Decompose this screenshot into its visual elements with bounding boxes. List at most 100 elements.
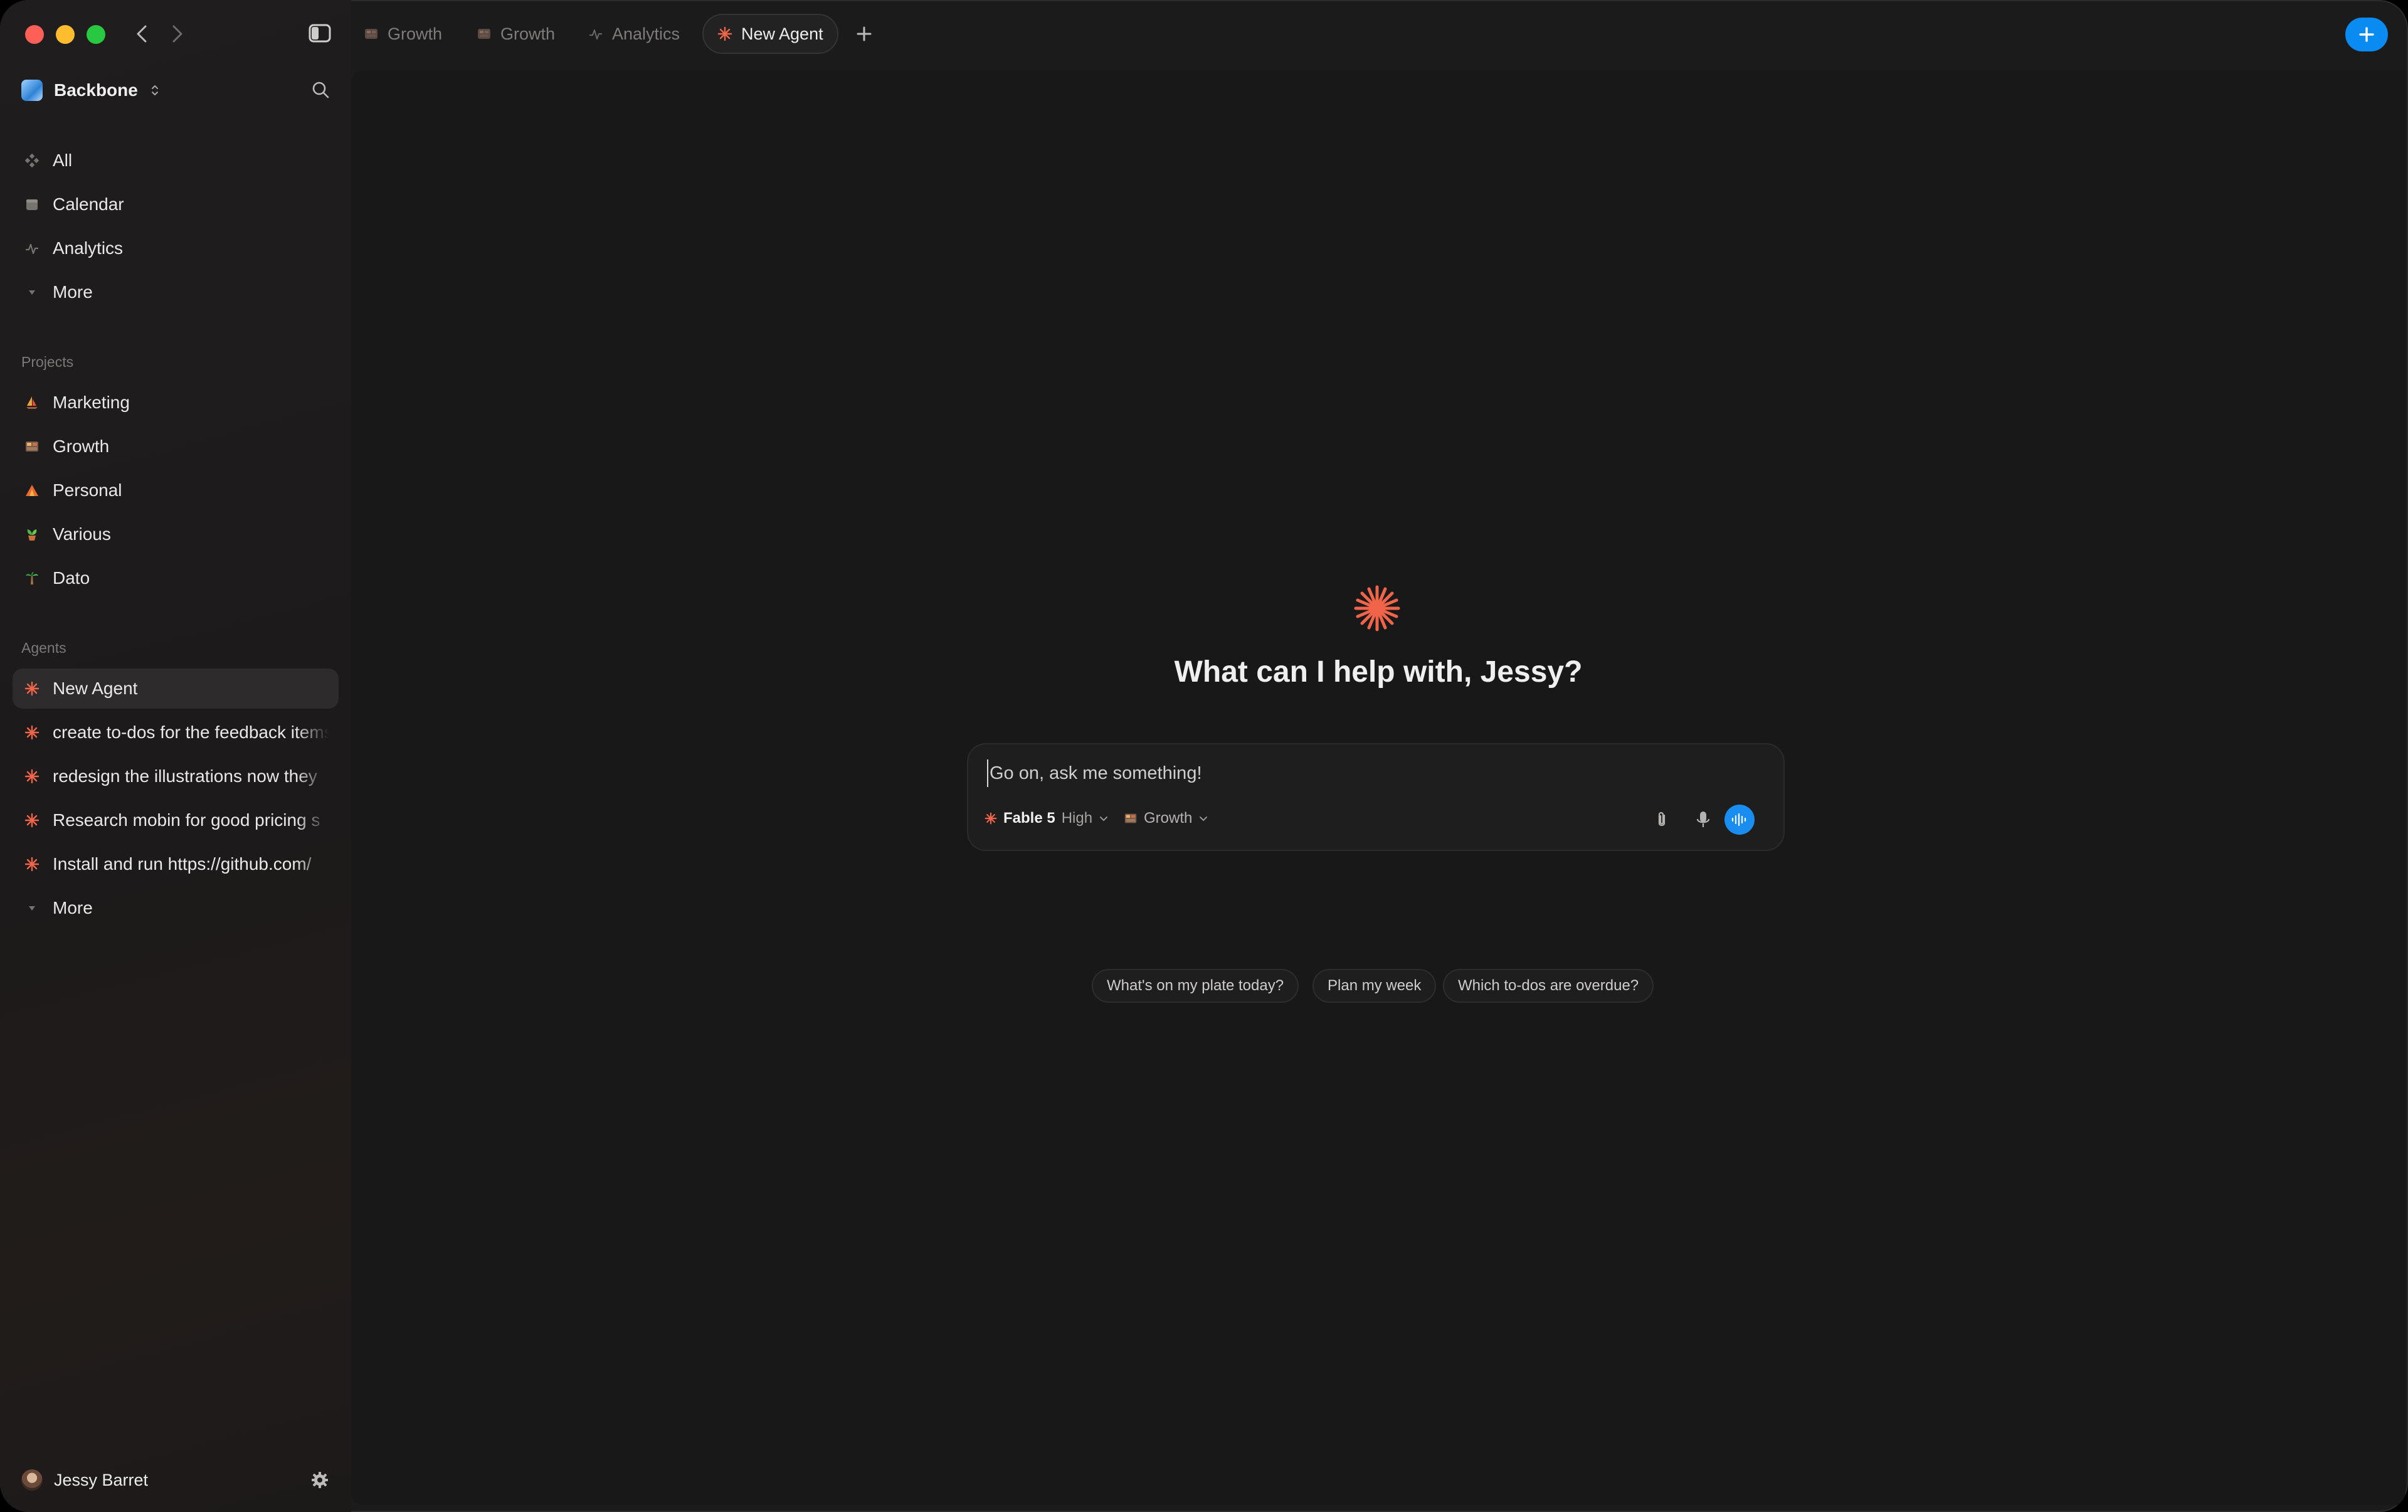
chevron-left-icon xyxy=(137,25,147,43)
sidebar-item-label: Dato xyxy=(53,568,90,588)
new-tab-button[interactable] xyxy=(853,23,875,45)
spark-icon xyxy=(24,812,40,828)
user-profile[interactable]: Jessy Barret xyxy=(21,1467,148,1493)
model-selector[interactable]: Fable 5 High xyxy=(985,807,1109,830)
sidebar-agent-item[interactable]: Install and run https://github.com/ xyxy=(13,844,339,884)
project-grid-icon xyxy=(478,29,490,39)
sidebar-agent-item[interactable]: redesign the illustrations now they xyxy=(13,756,339,796)
projects-section-title: Projects xyxy=(21,354,74,370)
sidebar-item-calendar[interactable]: Calendar xyxy=(13,184,339,225)
main-panel: What can I help with, Jessy? Fable 5 Hig… xyxy=(351,70,2405,1505)
sidebar-item-more[interactable]: More xyxy=(13,272,339,312)
spark-icon xyxy=(24,680,40,697)
back-button[interactable] xyxy=(130,21,155,46)
agents-section-title: Agents xyxy=(21,640,66,656)
sidebar-item-label: redesign the illustrations now they xyxy=(53,766,317,786)
spark-icon xyxy=(717,26,732,41)
tab-growth-2[interactable]: Growth xyxy=(477,14,555,54)
sidebar-item-personal[interactable]: Personal xyxy=(13,470,339,510)
maximize-window-button[interactable] xyxy=(87,25,105,44)
minimize-window-button[interactable] xyxy=(56,25,75,44)
tab-analytics[interactable]: Analytics xyxy=(588,14,680,54)
project-grid-icon xyxy=(365,29,378,39)
chevron-down-icon xyxy=(1200,817,1208,822)
pulse-icon xyxy=(589,29,602,40)
sidebar-item-label: Growth xyxy=(53,436,110,456)
sidebar-agent-new-agent[interactable]: New Agent xyxy=(13,669,339,709)
microphone-button[interactable] xyxy=(1691,807,1716,832)
palm-icon xyxy=(24,570,40,586)
tab-new-agent[interactable]: New Agent xyxy=(702,14,838,54)
close-window-button[interactable] xyxy=(25,25,44,44)
sidebar-item-label: Install and run https://github.com/ xyxy=(53,854,312,874)
tab-label: New Agent xyxy=(741,24,823,43)
sidebar-icon xyxy=(309,24,331,43)
diamond-grid-icon xyxy=(24,152,40,169)
chevron-down-icon xyxy=(1100,817,1107,822)
workspace-logo xyxy=(21,80,43,101)
waveform-icon xyxy=(1731,813,1746,827)
sidebar-item-growth[interactable]: Growth xyxy=(13,426,339,467)
sidebar-item-label: More xyxy=(53,282,93,302)
sidebar-item-label: create to-dos for the feedback items xyxy=(53,722,329,742)
forward-button[interactable] xyxy=(164,21,189,46)
voice-mode-button[interactable] xyxy=(1724,805,1755,835)
sidebar-item-dato[interactable]: Dato xyxy=(13,558,339,598)
paperclip-icon xyxy=(1658,812,1666,827)
tab-growth-1[interactable]: Growth xyxy=(364,14,442,54)
caret-down-icon xyxy=(24,284,40,300)
sidebar-item-all[interactable]: All xyxy=(13,140,339,181)
spark-icon xyxy=(24,724,40,741)
app-window: Growth Growth Analytics New Agent Backbo… xyxy=(0,0,2408,1512)
sidebar-item-label: Research mobin for good pricing s xyxy=(53,810,320,830)
sidebar-agent-item[interactable]: Research mobin for good pricing s xyxy=(13,800,339,840)
sidebar-item-various[interactable]: Various xyxy=(13,514,339,554)
sidebar-toggle-button[interactable] xyxy=(309,24,331,43)
photo-grid-icon xyxy=(1124,813,1137,823)
user-name: Jessy Barret xyxy=(54,1470,149,1489)
caret-down-icon xyxy=(24,900,40,916)
sidebar-agent-item[interactable]: create to-dos for the feedback items xyxy=(13,712,339,753)
sidebar-item-label: Analytics xyxy=(53,238,124,258)
spark-icon xyxy=(985,812,997,825)
gear-icon xyxy=(312,1472,328,1488)
calendar-icon xyxy=(24,196,40,213)
sidebar-item-label: Marketing xyxy=(53,393,130,412)
tab-label: Analytics xyxy=(612,24,680,43)
project-selector[interactable]: Growth xyxy=(1124,807,1208,830)
sidebar-item-label: Personal xyxy=(53,480,122,500)
sidebar-item-analytics[interactable]: Analytics xyxy=(13,228,339,268)
suggestion-chip[interactable]: What's on my plate today? xyxy=(1092,969,1299,1003)
tab-label: Growth xyxy=(500,24,556,43)
sidebar-item-label: Calendar xyxy=(53,194,124,214)
photo-grid-icon xyxy=(24,438,40,455)
plant-icon xyxy=(24,526,40,542)
search-button[interactable] xyxy=(310,79,331,100)
suggestion-chip[interactable]: Plan my week xyxy=(1312,969,1437,1003)
pulse-icon xyxy=(24,240,40,256)
attach-button[interactable] xyxy=(1649,807,1674,832)
settings-button[interactable] xyxy=(310,1470,330,1490)
sidebar-agents-more[interactable]: More xyxy=(13,888,339,928)
sidebar-item-label: Various xyxy=(53,524,111,544)
search-icon xyxy=(312,82,329,98)
greeting-title: What can I help with, Jessy? xyxy=(1174,655,1583,689)
sidebar-item-marketing[interactable]: Marketing xyxy=(13,383,339,423)
plus-icon xyxy=(2359,27,2374,42)
sailboat-icon xyxy=(24,394,40,411)
spark-icon xyxy=(24,768,40,785)
spark-icon xyxy=(1354,585,1400,632)
microphone-icon xyxy=(1696,812,1710,827)
plus-icon xyxy=(857,26,872,41)
project-name: Growth xyxy=(1144,810,1193,827)
sidebar-item-label: More xyxy=(53,898,93,917)
suggestion-chip[interactable]: Which to-dos are overdue? xyxy=(1443,969,1654,1003)
workspace-switcher[interactable]: Backbone xyxy=(21,77,161,104)
prompt-input[interactable] xyxy=(987,759,1740,787)
workspace-name: Backbone xyxy=(54,80,138,100)
composer: Fable 5 High Growth xyxy=(967,743,1785,851)
chevron-up-down-icon xyxy=(151,85,158,95)
sidebar-item-label: All xyxy=(53,151,73,170)
new-item-button[interactable] xyxy=(2345,18,2388,51)
spark-icon xyxy=(24,856,40,872)
